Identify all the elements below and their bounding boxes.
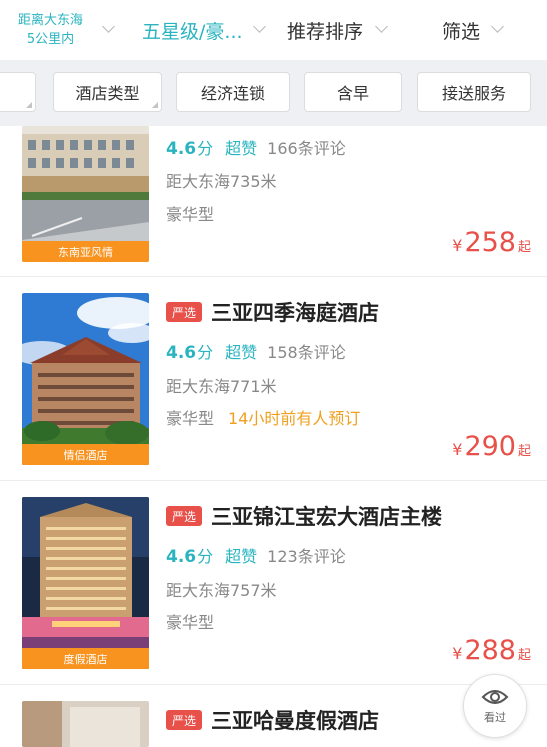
price-value: 288 (464, 635, 516, 666)
chip-label: 经济连锁 (200, 84, 265, 103)
distance-text: 距大东海771米 (166, 377, 277, 396)
rating-score: 4.6 (166, 547, 197, 567)
price: ¥ 258 起 (452, 227, 531, 258)
hotel-card[interactable]: 东南亚风情 4.6 分 超赞 166条评论 距大东海735米 豪华型 ¥ 258… (0, 126, 547, 277)
rating-row: 4.6 分 超赞 123条评论 (166, 543, 346, 567)
price: ¥ 290 起 (452, 431, 531, 462)
curated-badge: 严选 (166, 302, 202, 322)
hotel-level: 豪华型 (166, 409, 215, 428)
currency-symbol: ¥ (452, 440, 463, 459)
rating-row: 4.6 分 超赞 166条评论 (166, 135, 346, 159)
hotel-tag: 情侣酒店 (22, 444, 149, 465)
chip-hotel-type[interactable]: 酒店类型 (53, 72, 162, 112)
rating-score: 4.6 (166, 139, 197, 159)
hotel-name[interactable]: 三亚四季海庭酒店 (211, 297, 379, 327)
price-suffix: 起 (517, 240, 531, 255)
filter-label: 筛选 (442, 20, 481, 43)
currency-symbol: ¥ (452, 644, 463, 663)
sort-label: 推荐排序 (287, 20, 364, 43)
rating-praise: 超赞 (225, 343, 258, 362)
eye-icon (481, 690, 509, 704)
hotel-card[interactable]: 度假酒店 严选 三亚锦江宝宏大酒店主楼 4.6 分 超赞 123条评论 距大东海… (0, 481, 547, 685)
review-count[interactable]: 166条评论 (267, 135, 346, 159)
distance-text: 距大东海757米 (166, 581, 277, 600)
rating-unit: 分 (197, 139, 214, 158)
hotel-level: 豪华型 (166, 613, 215, 632)
rating-row: 4.6 分 超赞 158条评论 (166, 339, 346, 363)
viewed-label: 看过 (484, 711, 506, 724)
chip-economy-chain[interactable]: 经济连锁 (176, 72, 290, 112)
hotel-tag: 东南亚风情 (22, 241, 149, 262)
chevron-down-icon (375, 20, 388, 33)
price-value: 290 (464, 431, 516, 462)
price-suffix: 起 (517, 444, 531, 459)
hotel-name[interactable]: 三亚锦江宝宏大酒店主楼 (211, 501, 442, 531)
price-value: 258 (464, 227, 516, 258)
hotel-name-row: 严选 三亚锦江宝宏大酒店主楼 (166, 501, 442, 531)
star-level-filter[interactable]: 五星级/豪... (142, 0, 243, 60)
chip-label: 含早 (336, 84, 369, 103)
chip-corner-icon (152, 102, 158, 108)
sort-dropdown[interactable]: 推荐排序 (287, 0, 363, 60)
filter-button[interactable]: 筛选 (442, 0, 480, 60)
location-filter[interactable]: 距离大东海 5公里内 (18, 0, 83, 60)
review-count[interactable]: 123条评论 (267, 543, 346, 567)
rating-praise: 超赞 (225, 139, 258, 158)
chevron-down-icon (102, 20, 115, 33)
chip-label: 接送服务 (441, 84, 506, 103)
currency-symbol: ¥ (452, 236, 463, 255)
curated-badge: 严选 (166, 710, 202, 730)
hotel-level-row: 豪华型 (166, 609, 214, 633)
chevron-down-icon (491, 20, 504, 33)
hotel-card[interactable]: 情侣酒店 严选 三亚四季海庭酒店 4.6 分 超赞 158条评论 距大东海771… (0, 277, 547, 481)
hotel-name-row: 严选 三亚哈曼度假酒店 (166, 705, 379, 735)
rating-unit: 分 (197, 547, 214, 566)
hotel-level: 豪华型 (166, 205, 215, 224)
chip-pickup[interactable]: 接送服务 (417, 72, 531, 112)
chevron-down-icon (253, 20, 266, 33)
recent-booking-note: 14小时前有人预订 (228, 409, 361, 428)
rating-praise: 超赞 (225, 547, 258, 566)
hotel-photo: 东南亚风情 (22, 126, 149, 262)
chip-label: 酒店类型 (75, 84, 140, 103)
hotel-photo: 度假酒店 (22, 497, 149, 669)
distance-text: 距大东海735米 (166, 172, 277, 191)
filter-bar: 距离大东海 5公里内 五星级/豪... 推荐排序 筛选 (0, 0, 547, 60)
quick-filter-chips: 酒店类型 经济连锁 含早 接送服务 (0, 60, 547, 126)
hotel-level-row: 豪华型 (166, 201, 214, 225)
review-count[interactable]: 158条评论 (267, 339, 346, 363)
price-suffix: 起 (517, 648, 531, 663)
price: ¥ 288 起 (452, 635, 531, 666)
hotel-name[interactable]: 三亚哈曼度假酒店 (211, 705, 379, 735)
rating-score: 4.6 (166, 343, 197, 363)
star-level-label: 五星级/豪... (142, 20, 243, 43)
chip-partial[interactable] (0, 72, 36, 112)
curated-badge: 严选 (166, 506, 202, 526)
hotel-name-row: 严选 三亚四季海庭酒店 (166, 297, 379, 327)
location-line2: 5公里内 (26, 32, 75, 47)
location-line1: 距离大东海 (18, 13, 84, 28)
rating-unit: 分 (197, 343, 214, 362)
chip-corner-icon (26, 102, 32, 108)
hotel-photo: 情侣酒店 (22, 293, 149, 465)
hotel-level-row: 豪华型 14小时前有人预订 (166, 405, 360, 429)
hotel-tag: 度假酒店 (22, 648, 149, 669)
chip-breakfast[interactable]: 含早 (304, 72, 402, 112)
hotel-photo (22, 701, 149, 747)
viewed-history-button[interactable]: 看过 (463, 674, 527, 738)
